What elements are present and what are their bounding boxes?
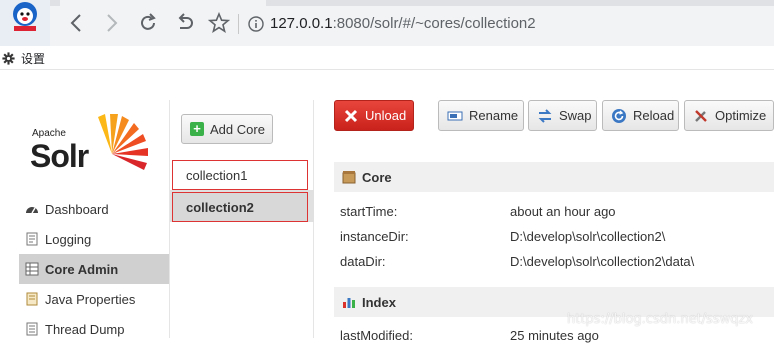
rename-label: Rename [469, 108, 519, 123]
solr-admin-app: Apache Solr Dashboard Logging Core Admin… [0, 70, 774, 343]
favicon-icon [0, 0, 50, 46]
kv-row-data-dir: dataDir: D:\develop\solr\collection2\dat… [340, 250, 774, 274]
core-admin-icon [25, 262, 39, 276]
dashboard-icon [26, 207, 38, 214]
refresh-button[interactable] [137, 12, 159, 34]
url-separator [238, 14, 239, 34]
side-nav: Dashboard Logging Core Admin Java Proper… [19, 194, 169, 344]
back-button[interactable] [66, 12, 88, 34]
kv-row-instance-dir: instanceDir: D:\develop\solr\collection2… [340, 225, 774, 249]
address-bar[interactable]: 127.0.0.1:8080/solr/#/~cores/collection2 [238, 9, 774, 39]
java-properties-icon [26, 292, 38, 306]
bar-chart-icon [343, 298, 355, 308]
kv-row-last-modified: lastModified: 25 minutes ago [340, 324, 774, 348]
logo-solr-text: Solr [30, 138, 89, 174]
nav-label: Thread Dump [45, 321, 125, 337]
rename-icon [447, 111, 463, 120]
url-host: 127.0.0.1 [270, 15, 333, 32]
core-list-panel: + Add Core collection1 collection2 [169, 100, 314, 338]
gear-icon [2, 51, 15, 65]
kv-key: lastModified: [340, 328, 413, 343]
solr-sun-icon [98, 114, 148, 170]
bookmarks-bar: 设置 [0, 46, 774, 70]
forward-button[interactable] [100, 12, 122, 34]
kv-value: D:\develop\solr\collection2\ [510, 229, 666, 244]
core-section-header: Core [334, 162, 774, 192]
bookmark-settings-label: 设置 [21, 51, 46, 66]
unload-button[interactable]: Unload [334, 100, 414, 131]
info-icon[interactable] [248, 16, 264, 32]
browser-tab[interactable] [60, 0, 266, 6]
bookmark-settings[interactable]: 设置 [2, 50, 45, 66]
box-icon [342, 171, 356, 184]
swap-button[interactable]: Swap [528, 100, 597, 131]
nav-label: Dashboard [45, 201, 109, 217]
plus-icon: + [190, 122, 204, 136]
undo-icon [178, 13, 193, 29]
swap-label: Swap [559, 108, 592, 123]
kv-value: about an hour ago [510, 204, 616, 219]
add-core-label: Add Core [210, 121, 265, 137]
rename-button[interactable]: Rename [438, 100, 524, 131]
kv-key: startTime: [340, 204, 398, 219]
solr-logo[interactable]: Apache Solr [28, 110, 153, 176]
kv-value: 25 minutes ago [510, 328, 599, 343]
unload-label: Unload [365, 108, 407, 123]
back-arrow-icon [70, 14, 81, 32]
reload-icon [612, 108, 626, 123]
nav-item-thread-dump[interactable]: Thread Dump [19, 314, 169, 344]
kv-key: instanceDir: [340, 229, 409, 244]
swap-icon [538, 108, 552, 123]
tools-icon [695, 109, 707, 122]
nav-label: Java Properties [45, 291, 136, 307]
kv-key: dataDir: [340, 254, 386, 269]
nav-item-dashboard[interactable]: Dashboard [19, 194, 169, 224]
url-text[interactable]: 127.0.0.1:8080/solr/#/~cores/collection2 [270, 15, 536, 32]
bookmark-star-button[interactable] [207, 11, 231, 34]
core-item-collection2[interactable]: collection2 [172, 192, 308, 222]
kv-value: D:\develop\solr\collection2\data\ [510, 254, 695, 269]
nav-item-logging[interactable]: Logging [19, 224, 169, 254]
watermark-text: https://blog.csdn.net/sswqzx [567, 312, 754, 327]
core-item-label: collection1 [186, 167, 248, 183]
optimize-label: Optimize [715, 108, 767, 123]
star-icon [207, 11, 231, 33]
reload-label: Reload [633, 108, 675, 123]
core-section-title: Core [362, 169, 392, 185]
logging-icon [26, 232, 38, 246]
thread-dump-icon [26, 322, 38, 336]
nav-item-java-properties[interactable]: Java Properties [19, 284, 169, 314]
refresh-icon [141, 13, 156, 30]
url-path: :8080/solr/#/~cores/collection2 [332, 15, 536, 32]
browser-toolbar: 127.0.0.1:8080/solr/#/~cores/collection2 [0, 0, 774, 46]
nav-label: Logging [45, 231, 92, 247]
core-detail-panel: Unload Rename Swap Reload Optimize Core … [314, 100, 774, 343]
nav-label: Core Admin [45, 261, 119, 277]
reload-button[interactable]: Reload [602, 100, 679, 131]
index-section-title: Index [362, 294, 396, 310]
core-item-collection1[interactable]: collection1 [172, 160, 308, 190]
core-item-label: collection2 [186, 199, 254, 215]
undo-button[interactable] [174, 12, 196, 34]
optimize-button[interactable]: Optimize [684, 100, 774, 131]
cross-icon [344, 109, 358, 122]
forward-arrow-icon [107, 14, 118, 32]
add-core-button[interactable]: + Add Core [181, 114, 273, 144]
kv-row-start-time: startTime: about an hour ago [340, 200, 774, 224]
nav-item-core-admin[interactable]: Core Admin [19, 254, 169, 284]
